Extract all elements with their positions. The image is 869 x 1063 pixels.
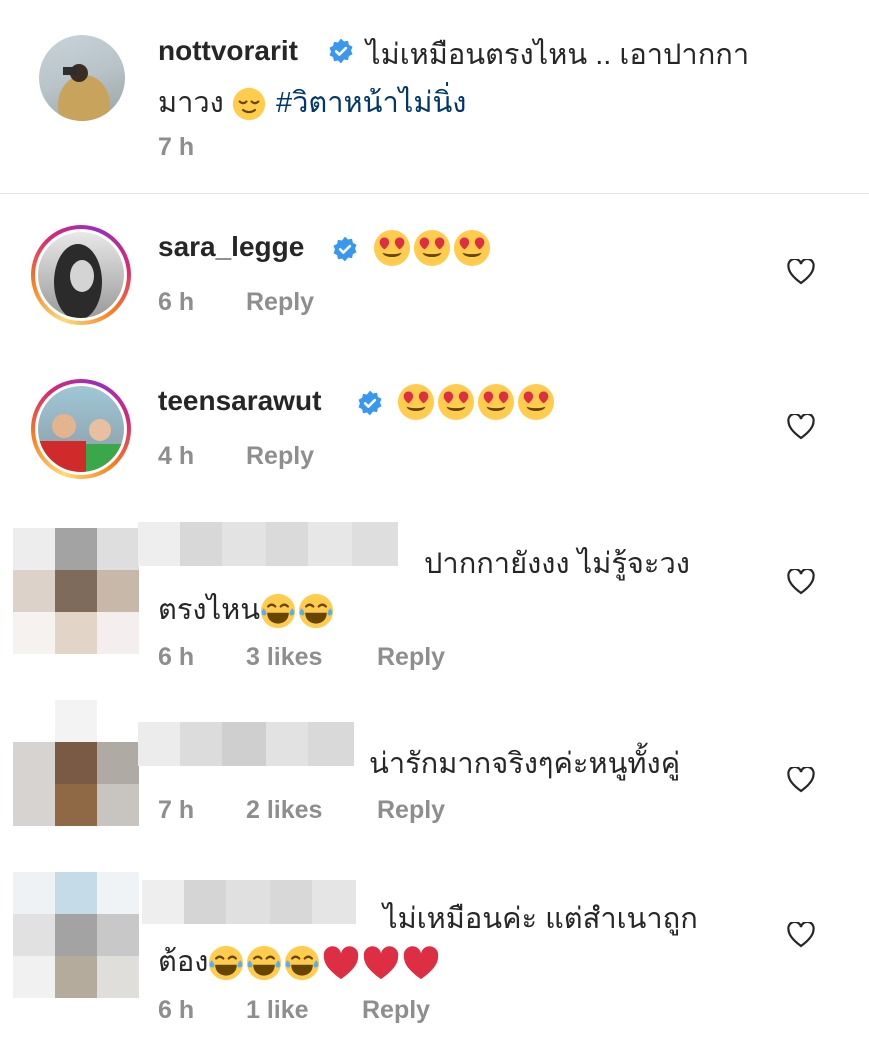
- avatar-photo: [38, 414, 124, 472]
- heart-eyes-emoji-icon: [517, 383, 555, 421]
- comment-text-line2: ตรงไหน: [158, 586, 336, 632]
- avatar-sara-legge: [38, 232, 124, 318]
- heart-eyes-emoji-icon: [373, 229, 411, 267]
- heart-eyes-emoji-icon: [413, 229, 451, 267]
- heart-eyes-emojis: [373, 229, 493, 267]
- comment-text: น่ารักมากจริงๆค่ะหนูทั้งคู่: [369, 748, 681, 780]
- comment-text-line2: ต้อง: [158, 938, 442, 984]
- like-heart-icon[interactable]: [787, 414, 815, 440]
- comment-time: 6 h: [158, 996, 195, 1024]
- comment-username[interactable]: sara_legge: [158, 231, 304, 263]
- reply-button[interactable]: Reply: [377, 643, 445, 672]
- reply-button[interactable]: Reply: [362, 996, 430, 1025]
- likes-count[interactable]: 1 like: [246, 996, 309, 1025]
- story-ring[interactable]: [31, 225, 131, 325]
- relieved-face-emoji-icon: [232, 87, 266, 121]
- avatar-pixelated[interactable]: [13, 528, 139, 654]
- verified-badge-icon: [332, 236, 358, 262]
- comment-text: ปากกายังงง ไม่รู้จะวง: [424, 548, 690, 580]
- comment-text-part: ตรงไหน: [158, 594, 261, 626]
- tears-of-joy-emoji-icon: [246, 945, 282, 981]
- comment-text-line2: มาวง #วิตาหน้าไม่นิ่ง: [158, 79, 466, 125]
- comment-text: ไม่เหมือนตรงไหน .. เอาปากกา: [366, 39, 750, 71]
- reply-button[interactable]: Reply: [246, 288, 314, 317]
- avatar-teensarawut: [38, 386, 124, 472]
- divider: [0, 193, 869, 194]
- reply-button[interactable]: Reply: [377, 796, 445, 825]
- likes-count[interactable]: 3 likes: [246, 643, 322, 672]
- comment-time: 7 h: [158, 796, 195, 824]
- tears-of-joy-emoji-icon: [260, 593, 296, 629]
- heart-eyes-emoji-icon: [453, 229, 491, 267]
- comment-text: ไม่เหมือนค่ะ แต่สำเนาถูก: [383, 903, 698, 935]
- red-heart-emoji-icon: [322, 944, 360, 982]
- tears-of-joy-emoji-icon: [284, 945, 320, 981]
- username-pixelated[interactable]: [138, 522, 398, 566]
- username-pixelated[interactable]: [142, 880, 356, 924]
- verified-badge-icon: [328, 38, 354, 64]
- like-heart-icon[interactable]: [787, 767, 815, 793]
- avatar-photo: [58, 64, 110, 121]
- comment-time: 6 h: [158, 643, 195, 671]
- heart-eyes-emoji-icon: [437, 383, 475, 421]
- avatar-pixelated[interactable]: [13, 872, 139, 998]
- username-pixelated[interactable]: [138, 722, 354, 766]
- red-heart-emoji-icon: [402, 944, 440, 982]
- avatar-nottvorarit[interactable]: [39, 35, 125, 121]
- story-ring[interactable]: [31, 379, 131, 479]
- likes-count[interactable]: 2 likes: [246, 796, 322, 825]
- hashtag-link[interactable]: #วิตาหน้าไม่นิ่ง: [276, 87, 466, 119]
- verified-badge-icon: [357, 390, 383, 416]
- red-heart-emoji-icon: [362, 944, 400, 982]
- reply-button[interactable]: Reply: [246, 442, 314, 471]
- like-heart-icon[interactable]: [787, 259, 815, 285]
- heart-eyes-emoji-icon: [477, 383, 515, 421]
- heart-eyes-emoji-icon: [397, 383, 435, 421]
- tears-of-joy-emoji-icon: [298, 593, 334, 629]
- avatar-photo: [54, 244, 102, 318]
- comment-username[interactable]: nottvorarit: [158, 35, 298, 67]
- comment-time: 4 h: [158, 442, 195, 470]
- comment-username[interactable]: teensarawut: [158, 385, 321, 417]
- comment-time: 6 h: [158, 288, 195, 316]
- comment-text-part: ต้อง: [158, 946, 209, 978]
- like-heart-icon[interactable]: [787, 569, 815, 595]
- tears-of-joy-emoji-icon: [208, 945, 244, 981]
- comment-text-part: มาวง: [158, 87, 224, 119]
- comment-time: 7 h: [158, 133, 195, 161]
- avatar-pixelated[interactable]: [13, 700, 139, 826]
- like-heart-icon[interactable]: [787, 922, 815, 948]
- heart-eyes-emojis: [397, 383, 557, 421]
